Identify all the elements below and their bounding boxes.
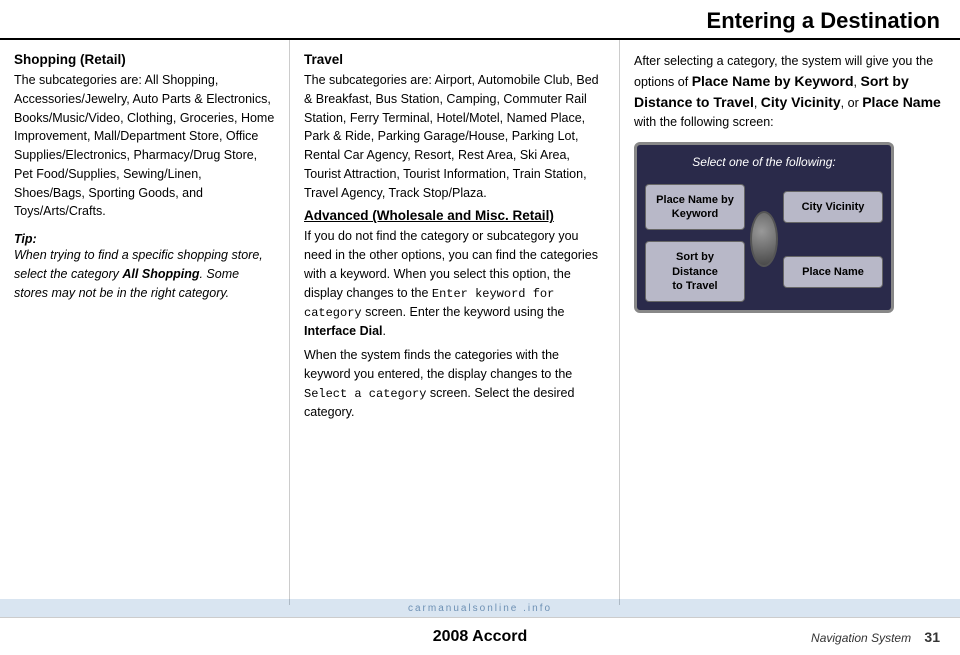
nav-buttons-grid: Place Name byKeyword City Vicinity Sort … [645, 177, 883, 303]
advanced-section-title: Advanced (Wholesale and Misc. Retail) [304, 208, 605, 223]
shopping-body: The subcategories are: All Shopping, Acc… [14, 71, 275, 221]
nav-btn-city-vicinity[interactable]: City Vicinity [783, 191, 883, 223]
nav-btn-place-name-keyword[interactable]: Place Name byKeyword [645, 184, 745, 231]
nav-screen: Select one of the following: Place Name … [634, 142, 894, 314]
advanced-body2: When the system finds the categories wit… [304, 346, 605, 421]
nav-dial[interactable] [750, 211, 778, 267]
tip-block: Tip: When trying to find a specific shop… [14, 231, 275, 302]
content-area: Shopping (Retail) The subcategories are:… [0, 40, 960, 605]
footer-center-text: 2008 Accord [433, 628, 528, 646]
advanced-body: If you do not find the category or subca… [304, 227, 605, 340]
left-column: Shopping (Retail) The subcategories are:… [0, 40, 290, 605]
footer-nav-label: Navigation System [811, 631, 911, 645]
footer-right: Navigation System 31 [811, 629, 940, 645]
right-intro: After selecting a category, the system w… [634, 52, 946, 132]
page-footer: 2008 Accord Navigation System 31 [0, 617, 960, 655]
mid-column: Travel The subcategories are: Airport, A… [290, 40, 620, 605]
nav-btn-sort-distance[interactable]: Sort by Distanceto Travel [645, 241, 745, 302]
footer-page-number: 31 [924, 629, 940, 645]
nav-btn-place-name[interactable]: Place Name [783, 256, 883, 288]
page-header: Entering a Destination [0, 0, 960, 40]
travel-body: The subcategories are: Airport, Automobi… [304, 71, 605, 202]
shopping-section-title: Shopping (Retail) [14, 52, 275, 67]
page-title: Entering a Destination [707, 8, 940, 34]
nav-screen-title: Select one of the following: [645, 155, 883, 169]
tip-text: When trying to find a specific shopping … [14, 248, 263, 300]
travel-section-title: Travel [304, 52, 605, 67]
right-column: After selecting a category, the system w… [620, 40, 960, 605]
tip-label: Tip: [14, 232, 37, 246]
watermark: carmanualsonline .info [0, 599, 960, 617]
